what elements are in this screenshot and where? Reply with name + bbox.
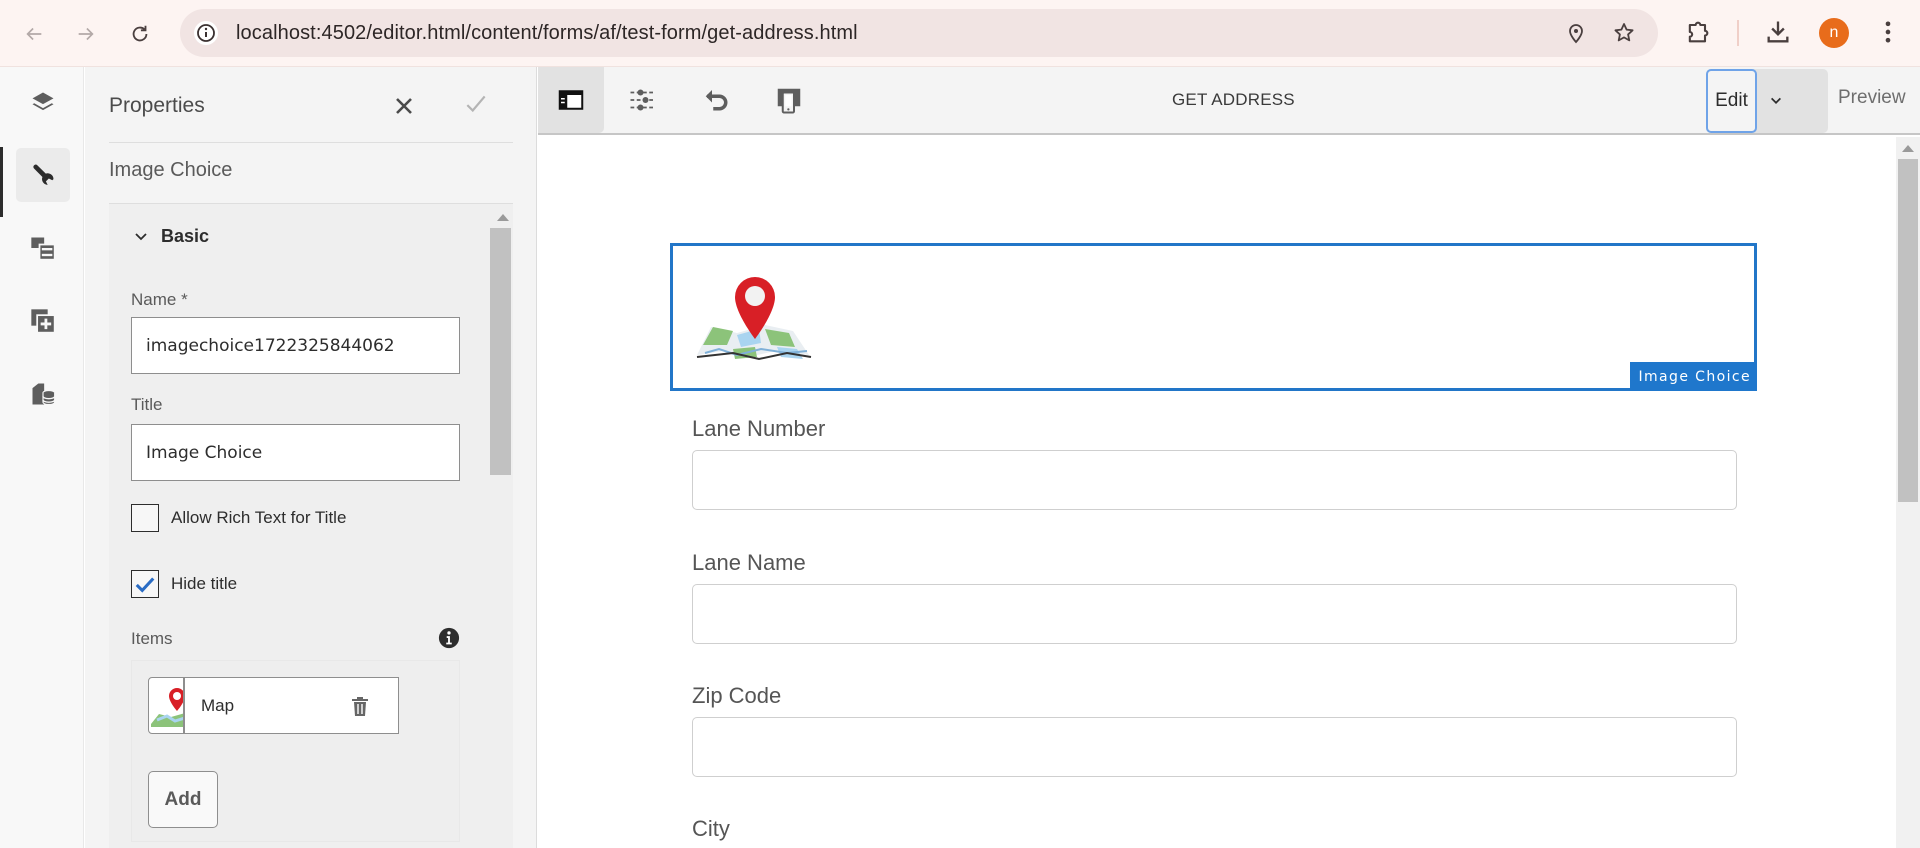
emulator-button[interactable] [756, 67, 822, 133]
site-info-icon[interactable] [194, 21, 218, 45]
back-icon [26, 27, 42, 41]
rail-active-indicator [0, 147, 3, 217]
hide-title-checkbox[interactable] [131, 570, 159, 598]
properties-form: Basic Name * imagechoice1722325844062 Ti… [109, 204, 513, 848]
editor-toolbar: GET ADDRESS Edit Preview [538, 67, 1920, 135]
location-icon[interactable] [1564, 21, 1588, 45]
items-list: Map Add [131, 660, 460, 842]
close-icon [396, 98, 412, 114]
data-source-icon [32, 383, 56, 406]
scrollbar-thumb[interactable] [1898, 159, 1918, 502]
preview-button[interactable]: Preview [1838, 87, 1906, 109]
more-menu-icon[interactable] [1874, 18, 1902, 46]
close-button[interactable] [387, 89, 421, 123]
canvas-scrollbar[interactable] [1896, 137, 1920, 848]
forward-icon [78, 27, 94, 41]
hide-title-label: Hide title [171, 574, 238, 593]
mode-dropdown-button[interactable] [1764, 89, 1788, 113]
delete-item-button[interactable] [346, 692, 374, 720]
browser-toolbar: localhost:4502/editor.html/content/forms… [0, 0, 1920, 67]
allow-rich-text-checkbox[interactable] [131, 504, 159, 532]
mode-selector: Edit [1706, 69, 1828, 133]
lane-name-label: Lane Name [692, 550, 806, 575]
profile-avatar[interactable]: n [1819, 18, 1849, 48]
reload-icon [132, 25, 148, 42]
rail-item-components[interactable] [16, 294, 70, 348]
zip-code-input[interactable] [692, 717, 1737, 777]
map-pin-thumbnail-icon [151, 688, 183, 727]
done-button[interactable] [459, 87, 493, 121]
city-label: City [692, 816, 730, 841]
divider [109, 142, 513, 143]
name-field[interactable]: imagechoice1722325844062 [131, 317, 460, 374]
lane-name-input[interactable] [692, 584, 1737, 644]
side-rail [0, 67, 84, 848]
toolbar-divider [1737, 20, 1739, 46]
chevron-down-icon [135, 232, 147, 240]
section-title: Basic [161, 226, 210, 246]
component-type: Image Choice [109, 159, 233, 181]
lane-number-label: Lane Number [692, 416, 826, 441]
url-text[interactable]: localhost:4502/editor.html/content/forms… [236, 22, 858, 45]
panel-title: Properties [109, 94, 205, 117]
wrench-icon [33, 164, 54, 185]
title-label: Title [131, 395, 163, 414]
edit-mode-button[interactable]: Edit [1706, 69, 1757, 133]
bookmark-star-icon[interactable] [1612, 21, 1636, 45]
page-properties-button[interactable] [610, 67, 676, 133]
sliders-icon [630, 89, 656, 111]
map-pin-image[interactable] [693, 273, 813, 363]
title-field[interactable]: Image Choice [131, 424, 460, 481]
back-button[interactable] [16, 16, 52, 52]
device-emulator-icon [777, 88, 801, 114]
scroll-up-arrow[interactable] [1902, 145, 1914, 152]
image-choice-component[interactable]: Image Choice [670, 243, 1757, 391]
rail-item-properties[interactable] [16, 148, 70, 202]
rail-item-layers[interactable] [16, 76, 70, 130]
undo-button[interactable] [684, 67, 750, 133]
form-canvas: Image Choice Lane Number Lane Name Zip C… [538, 137, 1896, 848]
list-item[interactable]: Map [148, 677, 399, 734]
item-label: Map [201, 695, 235, 715]
address-bar[interactable]: localhost:4502/editor.html/content/forms… [180, 9, 1658, 57]
zip-code-label: Zip Code [692, 683, 782, 708]
add-component-icon [31, 309, 56, 334]
side-panel-icon [558, 90, 584, 110]
hide-title-option: Hide title [131, 570, 237, 598]
allow-rich-text-option: Allow Rich Text for Title [131, 504, 346, 532]
chevron-down-icon [1771, 97, 1781, 104]
checkmark-icon [466, 95, 486, 113]
section-basic-toggle[interactable]: Basic [133, 226, 209, 247]
component-badge: Image Choice [1630, 362, 1757, 391]
item-thumbnail [149, 678, 185, 733]
undo-icon [705, 90, 728, 111]
download-icon[interactable] [1764, 18, 1792, 46]
panel-scrollbar[interactable] [490, 228, 511, 475]
toggle-side-panel-button[interactable] [538, 67, 604, 133]
scroll-up-arrow[interactable] [497, 214, 509, 221]
allow-rich-text-label: Allow Rich Text for Title [171, 508, 347, 527]
name-label: Name * [131, 290, 188, 309]
lane-number-input[interactable] [692, 450, 1737, 510]
rail-item-assets[interactable] [16, 221, 70, 275]
assets-icon [31, 237, 56, 261]
add-item-button[interactable]: Add [148, 771, 218, 828]
page-title: GET ADDRESS [1172, 90, 1295, 109]
check-icon [135, 577, 155, 593]
trash-icon [352, 696, 368, 716]
layers-icon [32, 92, 54, 111]
info-icon[interactable] [438, 627, 460, 649]
extensions-icon[interactable] [1684, 18, 1712, 46]
reload-button[interactable] [122, 16, 158, 52]
forward-button[interactable] [68, 16, 104, 52]
rail-item-data-sources[interactable] [16, 367, 70, 421]
items-label: Items [131, 629, 173, 648]
properties-panel: Properties Image Choice Basic Name * ima… [85, 67, 537, 848]
